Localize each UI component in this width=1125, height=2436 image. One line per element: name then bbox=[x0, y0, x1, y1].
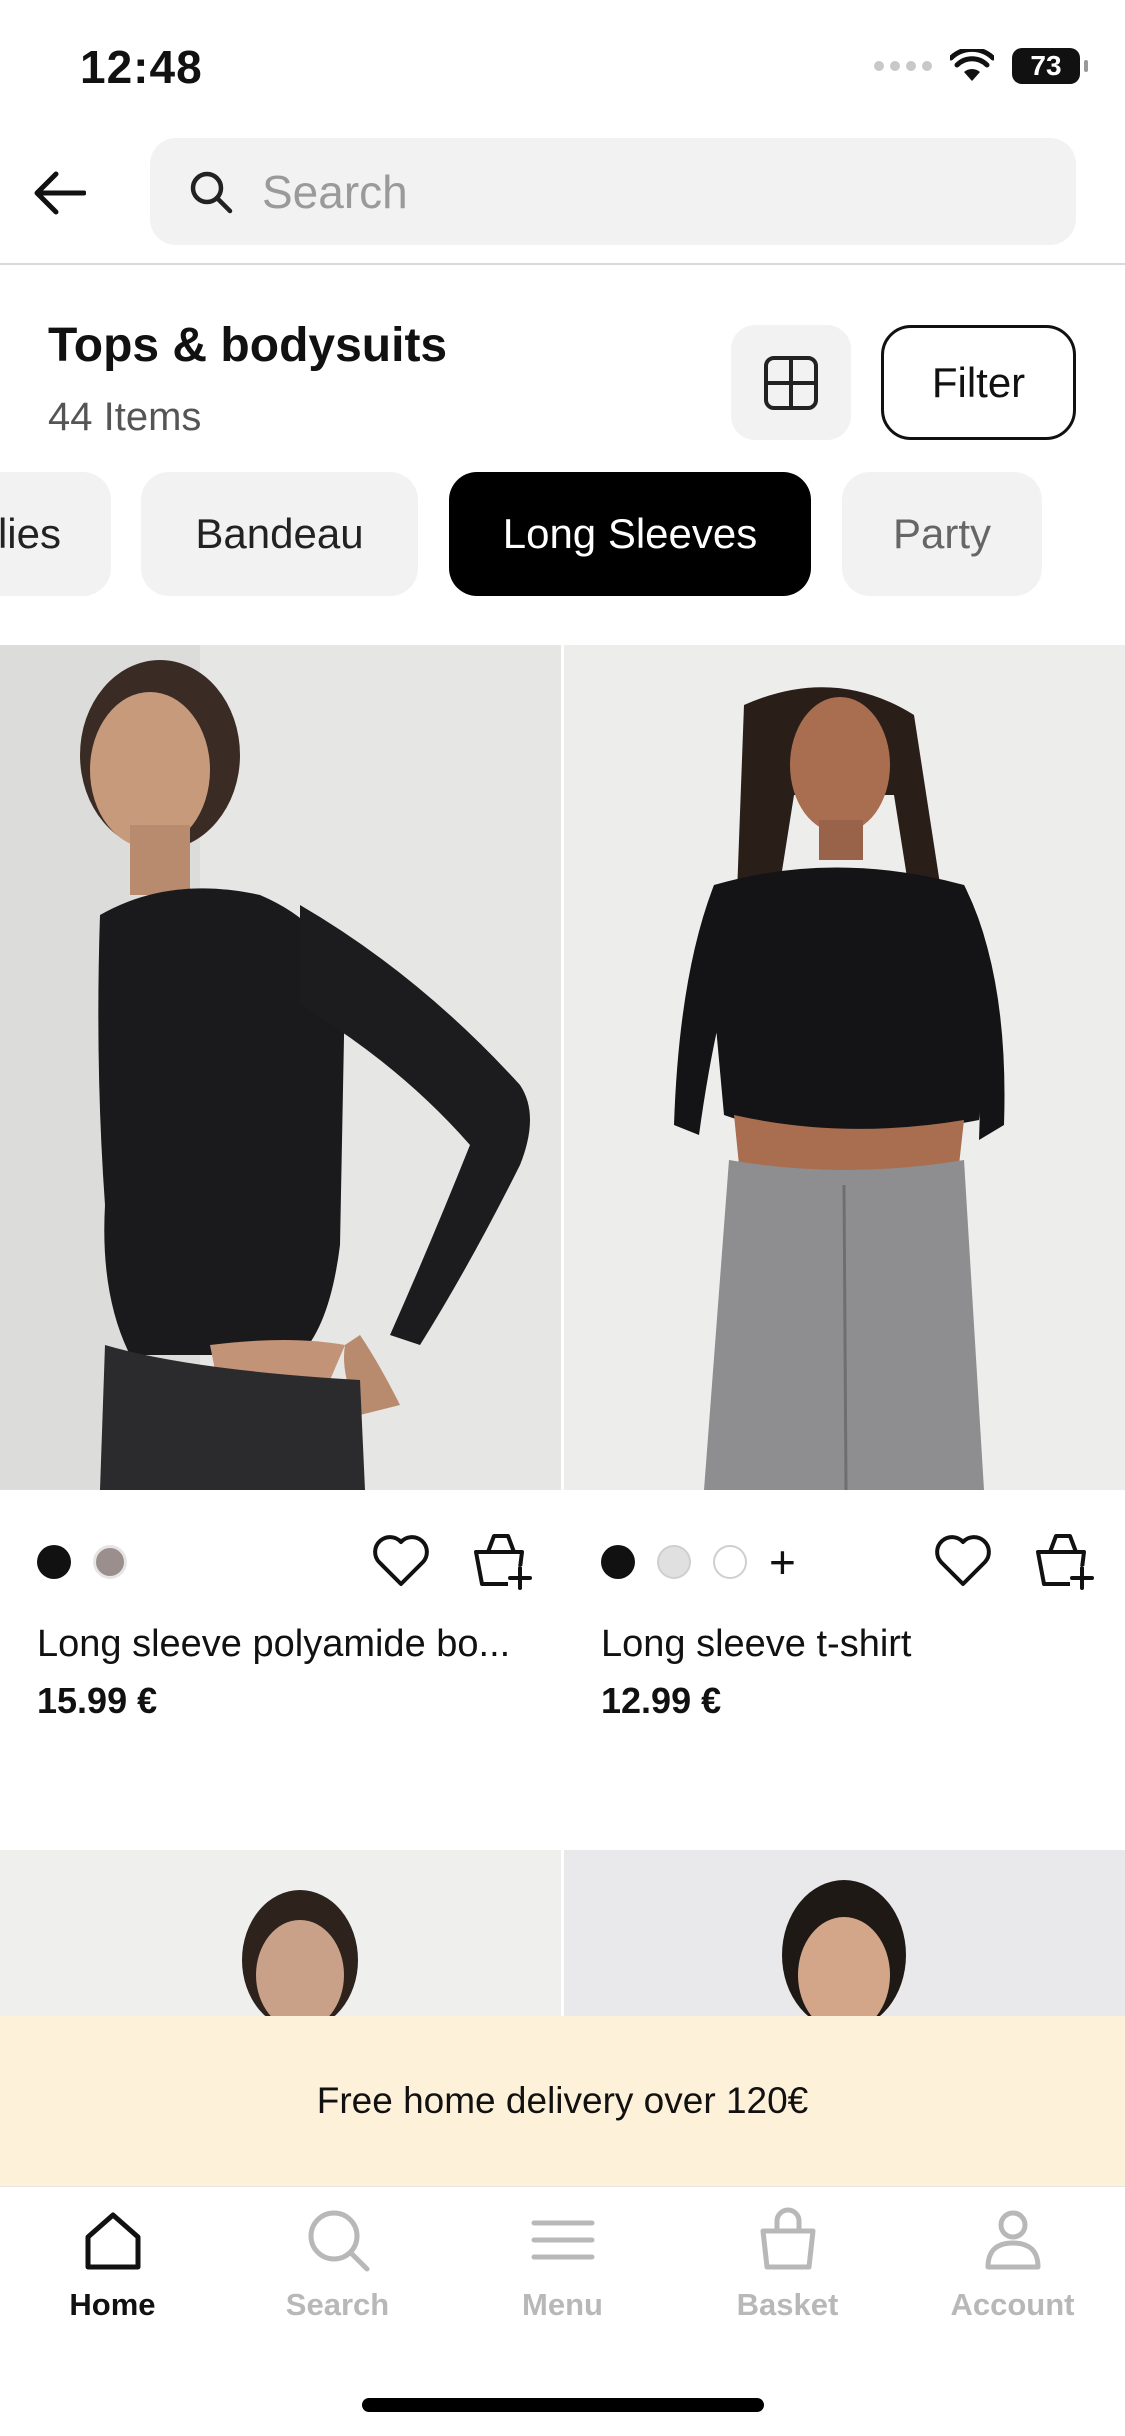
basket-add-icon bbox=[1036, 1534, 1094, 1590]
add-to-basket-button[interactable] bbox=[470, 1528, 532, 1590]
product-photo bbox=[0, 1850, 561, 2020]
tab-basket[interactable]: Basket bbox=[675, 2205, 900, 2323]
product-card-partial[interactable] bbox=[564, 1850, 1125, 2020]
delivery-banner: Free home delivery over 120€ bbox=[0, 2016, 1125, 2186]
product-name[interactable]: Long sleeve t-shirt bbox=[601, 1623, 912, 1666]
heart-icon bbox=[935, 1535, 991, 1586]
cellular-signal-icon bbox=[874, 61, 932, 71]
tab-label: Menu bbox=[522, 2287, 603, 2322]
tab-search[interactable]: Search bbox=[225, 2205, 450, 2323]
chips-fade-overlay bbox=[1035, 472, 1125, 597]
product-image[interactable] bbox=[564, 645, 1125, 1490]
search-icon bbox=[308, 2210, 369, 2272]
swatch-black[interactable] bbox=[601, 1545, 635, 1579]
more-colors-indicator[interactable]: + bbox=[769, 1539, 796, 1585]
product-price: 15.99 € bbox=[37, 1680, 158, 1721]
status-time: 12:48 bbox=[80, 41, 203, 93]
product-meta: + Long sleeve t-shirt 12.99 € bbox=[564, 1490, 1125, 1740]
product-photo bbox=[564, 645, 1125, 1490]
tab-account[interactable]: Account bbox=[900, 2205, 1125, 2323]
search-icon bbox=[190, 171, 233, 213]
basket-add-icon bbox=[474, 1534, 532, 1590]
add-to-basket-button[interactable] bbox=[1032, 1528, 1094, 1590]
status-icons: 73 bbox=[874, 48, 1088, 84]
product-card-partial[interactable] bbox=[0, 1850, 561, 2020]
product-card[interactable]: Long sleeve polyamide bo... 15.99 € bbox=[0, 645, 561, 1740]
search-input[interactable] bbox=[262, 164, 1022, 219]
swatch-black[interactable] bbox=[37, 1545, 71, 1579]
filter-button[interactable]: Filter bbox=[881, 325, 1076, 440]
chip-bandeau[interactable]: Bandeau bbox=[141, 472, 418, 596]
tab-menu[interactable]: Menu bbox=[450, 2205, 675, 2323]
grid-view-button[interactable] bbox=[731, 325, 851, 440]
tab-label: Home bbox=[69, 2287, 156, 2322]
basket-icon bbox=[760, 2207, 815, 2270]
product-name[interactable]: Long sleeve polyamide bo... bbox=[37, 1623, 510, 1666]
product-card[interactable]: + Long sleeve t-shirt 12.99 € bbox=[564, 645, 1125, 1740]
chip-long-sleeves[interactable]: Long Sleeves bbox=[449, 472, 811, 596]
tab-label: Search bbox=[285, 2287, 390, 2322]
color-swatches: + bbox=[601, 1539, 796, 1585]
product-price: 12.99 € bbox=[601, 1680, 722, 1721]
heart-icon bbox=[373, 1535, 429, 1586]
grid-icon bbox=[764, 355, 818, 410]
wishlist-button[interactable] bbox=[370, 1530, 432, 1592]
search-box[interactable] bbox=[150, 138, 1076, 245]
account-icon bbox=[985, 2210, 1040, 2270]
tab-label: Basket bbox=[736, 2287, 839, 2322]
menu-icon bbox=[531, 2220, 594, 2260]
swatch-white[interactable] bbox=[713, 1545, 747, 1579]
tab-home[interactable]: Home bbox=[0, 2205, 225, 2323]
swatch-taupe[interactable] bbox=[93, 1545, 127, 1579]
home-indicator bbox=[362, 2398, 764, 2412]
back-button[interactable] bbox=[30, 163, 90, 223]
chip-party[interactable]: Party bbox=[842, 472, 1042, 596]
product-meta: Long sleeve polyamide bo... 15.99 € bbox=[0, 1490, 561, 1740]
search-header bbox=[0, 135, 1125, 265]
color-swatches bbox=[37, 1545, 127, 1579]
battery-icon: 73 bbox=[1012, 48, 1088, 84]
wishlist-button[interactable] bbox=[932, 1530, 994, 1592]
home-icon bbox=[85, 2212, 140, 2270]
wifi-icon bbox=[950, 49, 994, 81]
swatch-light-grey[interactable] bbox=[657, 1545, 691, 1579]
tab-label: Account bbox=[950, 2287, 1075, 2322]
product-image[interactable] bbox=[0, 645, 561, 1490]
chip-lies[interactable]: lies bbox=[0, 472, 111, 596]
arrow-left-icon bbox=[34, 171, 86, 215]
subcategory-chips: lies Bandeau Long Sleeves Party bbox=[0, 472, 1125, 597]
page-title: Tops & bodysuits bbox=[48, 319, 448, 372]
item-count: 44 Items bbox=[48, 395, 202, 439]
product-photo bbox=[0, 645, 561, 1490]
product-photo bbox=[564, 1850, 1125, 2020]
status-bar: 12:48 73 bbox=[0, 0, 1125, 135]
category-header: Tops & bodysuits 44 Items bbox=[48, 318, 447, 440]
